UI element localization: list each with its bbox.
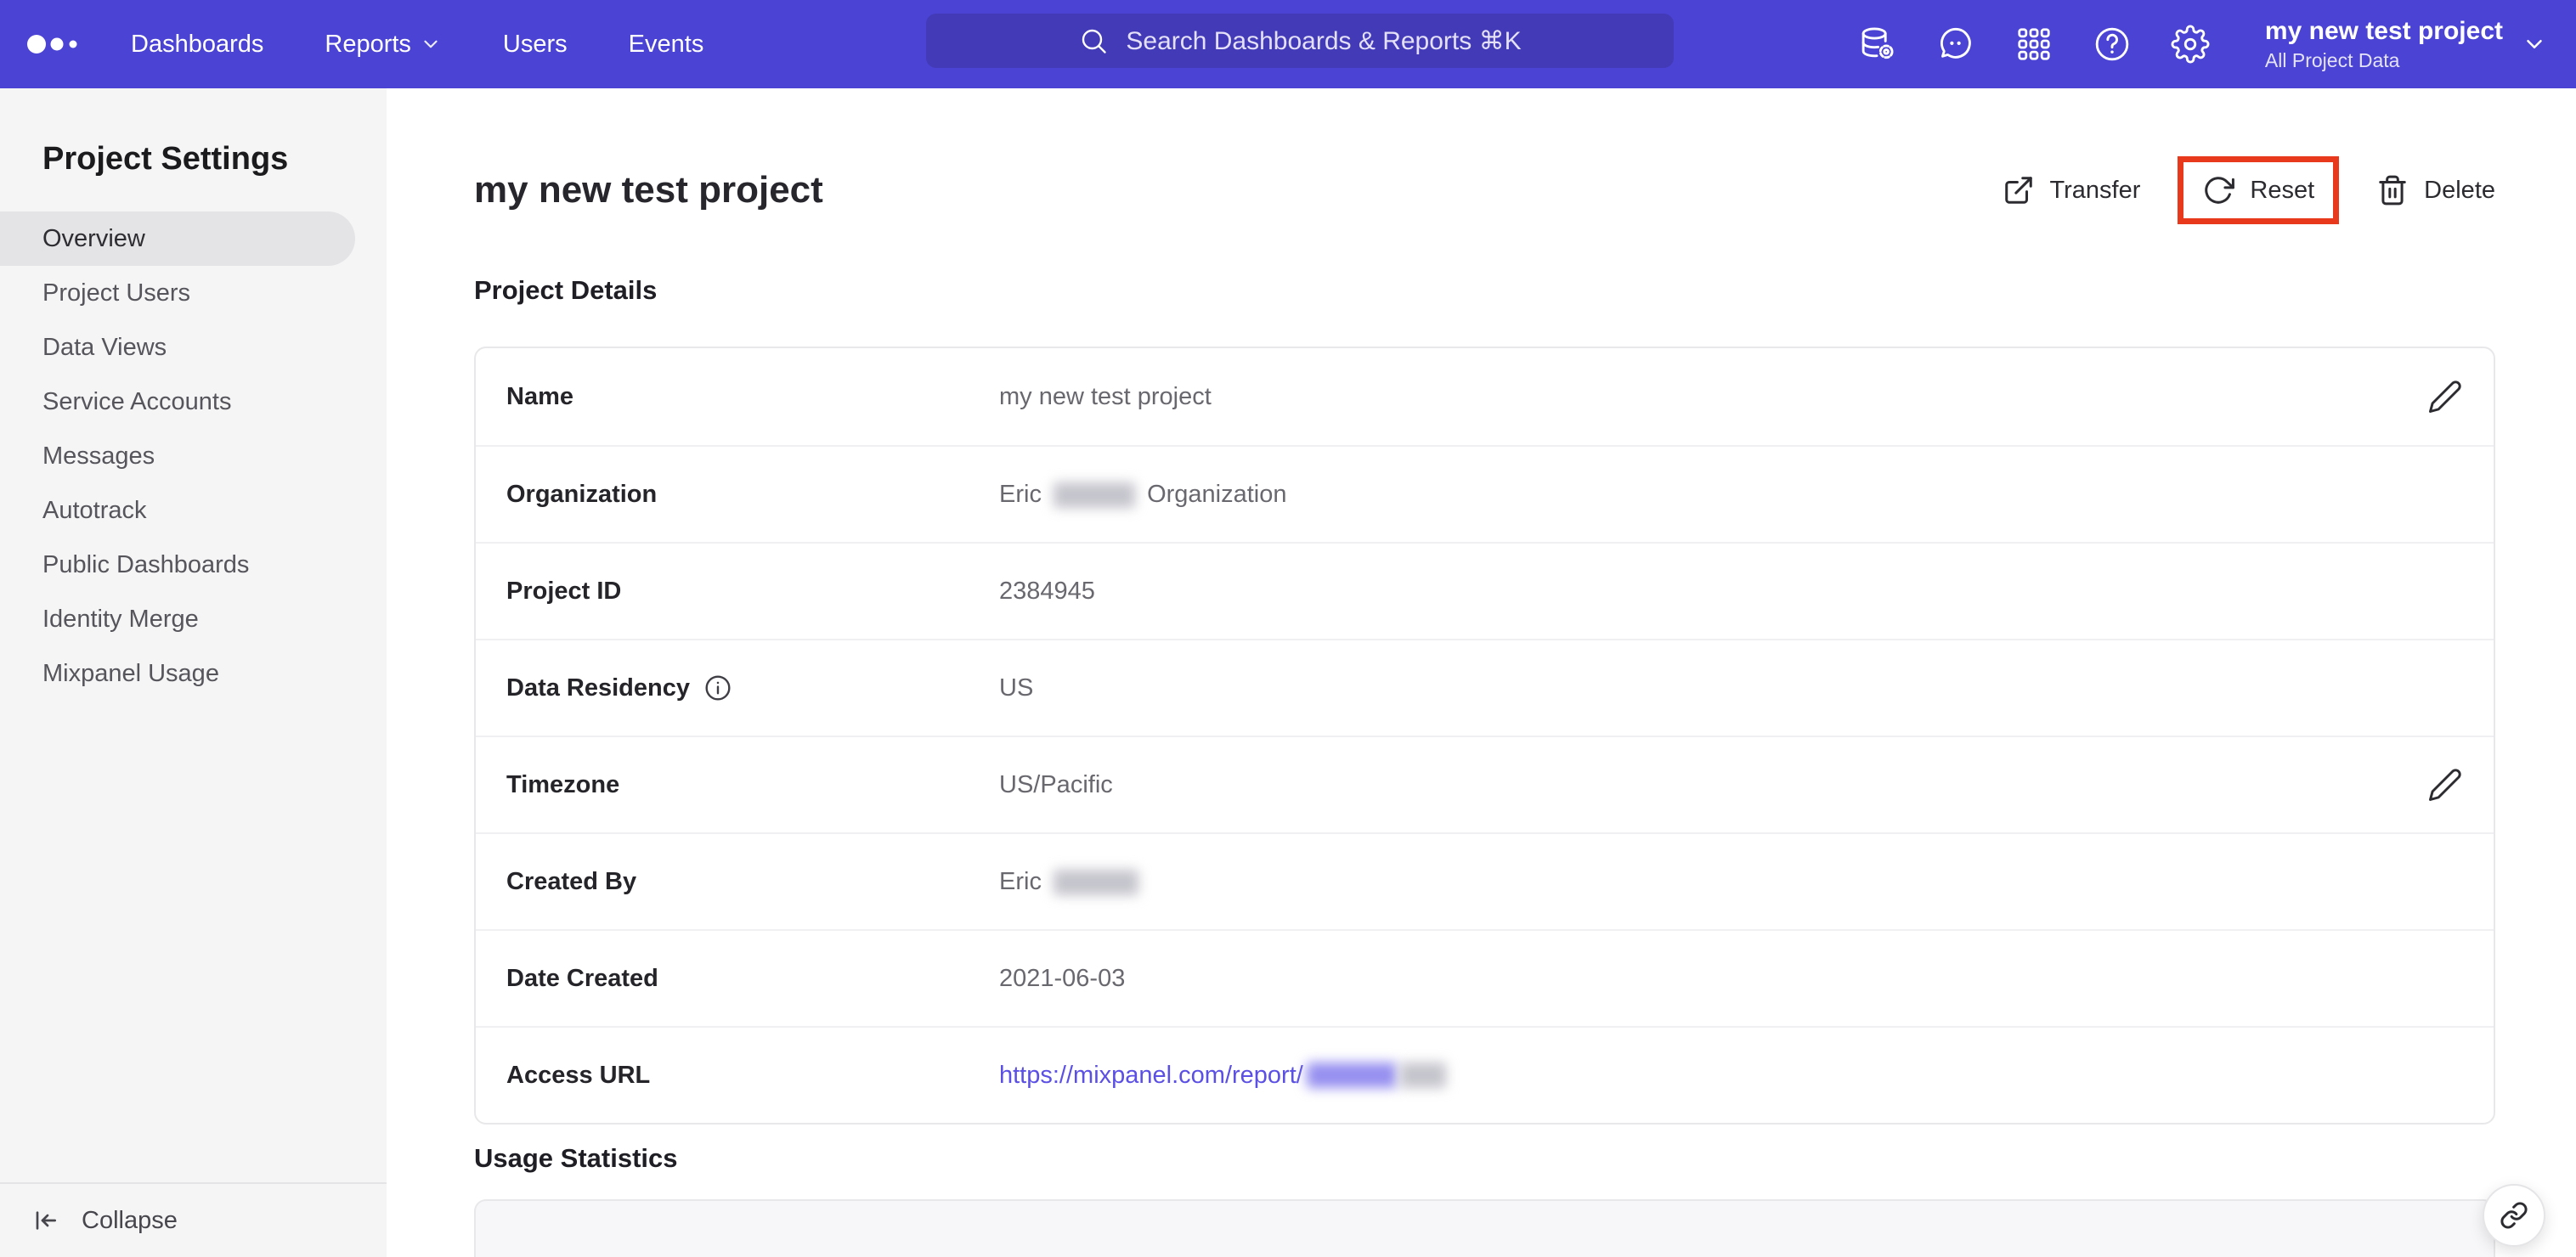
row-label: Access URL bbox=[506, 1061, 651, 1089]
project-details-card: Name my new test project Organization Er… bbox=[474, 347, 2495, 1125]
redacted-text bbox=[1306, 1063, 1397, 1088]
nav-item-label: Events bbox=[628, 30, 704, 58]
sidebar-item-data-views[interactable]: Data Views bbox=[0, 320, 387, 375]
row-label: Date Created bbox=[506, 964, 658, 992]
row-project-id: Project ID 2384945 bbox=[476, 542, 2494, 639]
project-details-heading: Project Details bbox=[474, 275, 658, 305]
search-placeholder: Search Dashboards & Reports ⌘K bbox=[1126, 26, 1522, 55]
redacted-text bbox=[1054, 869, 1139, 895]
sidebar-item-overview[interactable]: Overview bbox=[0, 211, 355, 266]
row-value: my new test project bbox=[999, 382, 1212, 410]
row-value: 2021-06-03 bbox=[999, 964, 1126, 992]
row-label: Organization bbox=[506, 480, 658, 508]
link-icon bbox=[2500, 1202, 2528, 1229]
collapse-label: Collapse bbox=[82, 1206, 178, 1234]
nav-right-group: my new test project All Project Data bbox=[1857, 17, 2576, 72]
nav-left-group: Dashboards Reports Users Events bbox=[0, 31, 703, 59]
sidebar-item-public-dashboards[interactable]: Public Dashboards bbox=[0, 538, 387, 592]
page-title: my new test project bbox=[474, 169, 823, 211]
top-nav: Dashboards Reports Users Events Search D… bbox=[0, 0, 2576, 88]
row-created-by: Created By Eric bbox=[476, 832, 2494, 929]
project-selector[interactable]: my new test project All Project Data bbox=[2265, 17, 2547, 72]
collapse-sidebar-button[interactable]: Collapse bbox=[0, 1182, 387, 1257]
main-content: my new test project Transfer Reset Delet… bbox=[387, 88, 2576, 1257]
current-project-scope: All Project Data bbox=[2264, 48, 2400, 71]
delete-trash-icon bbox=[2379, 175, 2406, 206]
help-icon[interactable] bbox=[2092, 24, 2133, 65]
nav-item-reports[interactable]: Reports bbox=[325, 31, 442, 59]
transfer-icon bbox=[2004, 177, 2032, 204]
annotation-highlight: Reset bbox=[2178, 156, 2340, 224]
mixpanel-logo[interactable] bbox=[27, 33, 82, 55]
project-selector-text: my new test project All Project Data bbox=[2265, 17, 2503, 72]
row-data-residency: Data Residency US bbox=[476, 639, 2494, 736]
row-timezone: Timezone US/Pacific bbox=[476, 736, 2494, 832]
sidebar-nav: Overview Project Users Data Views Servic… bbox=[0, 211, 387, 701]
info-icon[interactable] bbox=[703, 674, 732, 702]
nav-item-label: Dashboards bbox=[131, 30, 264, 58]
current-project-name: my new test project bbox=[2264, 16, 2503, 45]
row-value: Eric Organization bbox=[999, 480, 1287, 508]
logo-dots-icon bbox=[27, 35, 77, 54]
row-value: https://mixpanel.com/report/ bbox=[999, 1062, 2409, 1090]
row-label: Data Residency bbox=[506, 674, 999, 702]
copy-link-button[interactable] bbox=[2483, 1184, 2545, 1247]
row-label: Name bbox=[506, 382, 573, 410]
nav-item-events[interactable]: Events bbox=[629, 31, 704, 59]
row-label: Timezone bbox=[506, 770, 620, 798]
redacted-text bbox=[1399, 1063, 1446, 1088]
edit-name-button[interactable] bbox=[2427, 379, 2463, 414]
row-name: Name my new test project bbox=[476, 348, 2494, 445]
row-organization: Organization Eric Organization bbox=[476, 445, 2494, 542]
sidebar-item-mixpanel-usage[interactable]: Mixpanel Usage bbox=[0, 646, 387, 701]
chevron-down-icon bbox=[424, 40, 438, 48]
data-management-icon[interactable] bbox=[1857, 24, 1898, 65]
row-value: US bbox=[999, 674, 1034, 702]
page-frame: Project Settings Overview Project Users … bbox=[0, 88, 2576, 1257]
apps-grid-icon[interactable] bbox=[2014, 24, 2054, 65]
redacted-text bbox=[1054, 482, 1136, 508]
row-value: 2384945 bbox=[999, 577, 1095, 605]
nav-item-label: Users bbox=[502, 30, 568, 58]
usage-statistics-heading: Usage Statistics bbox=[474, 1143, 678, 1173]
nav-item-dashboards[interactable]: Dashboards bbox=[131, 31, 263, 59]
reset-label: Reset bbox=[2250, 176, 2315, 204]
search-input[interactable]: Search Dashboards & Reports ⌘K bbox=[926, 14, 1674, 68]
row-label: Created By bbox=[506, 867, 637, 895]
collapse-icon bbox=[36, 1211, 56, 1230]
search-icon bbox=[1082, 29, 1107, 54]
sidebar-title: Project Settings bbox=[42, 141, 289, 177]
row-value: US/Pacific bbox=[999, 770, 1113, 798]
settings-sidebar: Project Settings Overview Project Users … bbox=[0, 88, 387, 1257]
messages-icon[interactable] bbox=[1935, 24, 1976, 65]
sidebar-item-messages[interactable]: Messages bbox=[0, 429, 387, 483]
row-label: Project ID bbox=[506, 577, 622, 605]
pencil-icon bbox=[2429, 380, 2461, 413]
usage-statistics-card bbox=[474, 1199, 2495, 1257]
chevron-down-icon bbox=[2527, 40, 2542, 48]
pencil-icon bbox=[2429, 769, 2461, 801]
sidebar-item-project-users[interactable]: Project Users bbox=[0, 266, 387, 320]
reset-icon bbox=[2205, 177, 2235, 204]
sidebar-item-autotrack[interactable]: Autotrack bbox=[0, 483, 387, 538]
sidebar-item-identity-merge[interactable]: Identity Merge bbox=[0, 592, 387, 646]
page-header: my new test project Transfer Reset Delet… bbox=[474, 156, 2495, 224]
transfer-label: Transfer bbox=[2049, 176, 2141, 204]
row-date-created: Date Created 2021-06-03 bbox=[476, 929, 2494, 1026]
row-access-url: Access URL https://mixpanel.com/report/ bbox=[476, 1026, 2494, 1123]
delete-button[interactable]: Delete bbox=[2376, 174, 2495, 206]
nav-item-users[interactable]: Users bbox=[503, 31, 568, 59]
sidebar-item-service-accounts[interactable]: Service Accounts bbox=[0, 375, 387, 429]
settings-gear-icon[interactable] bbox=[2170, 24, 2211, 65]
access-url-link[interactable]: https://mixpanel.com/report/ bbox=[999, 1062, 2409, 1090]
row-value: Eric bbox=[999, 868, 2409, 896]
edit-timezone-button[interactable] bbox=[2427, 767, 2463, 803]
nav-item-label: Reports bbox=[325, 30, 411, 58]
mixpanel-app: Dashboards Reports Users Events Search D… bbox=[0, 0, 2576, 1257]
delete-label: Delete bbox=[2424, 176, 2495, 204]
reset-button[interactable]: Reset bbox=[2202, 174, 2314, 206]
transfer-button[interactable]: Transfer bbox=[2003, 174, 2141, 206]
project-actions: Transfer Reset Delete bbox=[2003, 156, 2495, 224]
